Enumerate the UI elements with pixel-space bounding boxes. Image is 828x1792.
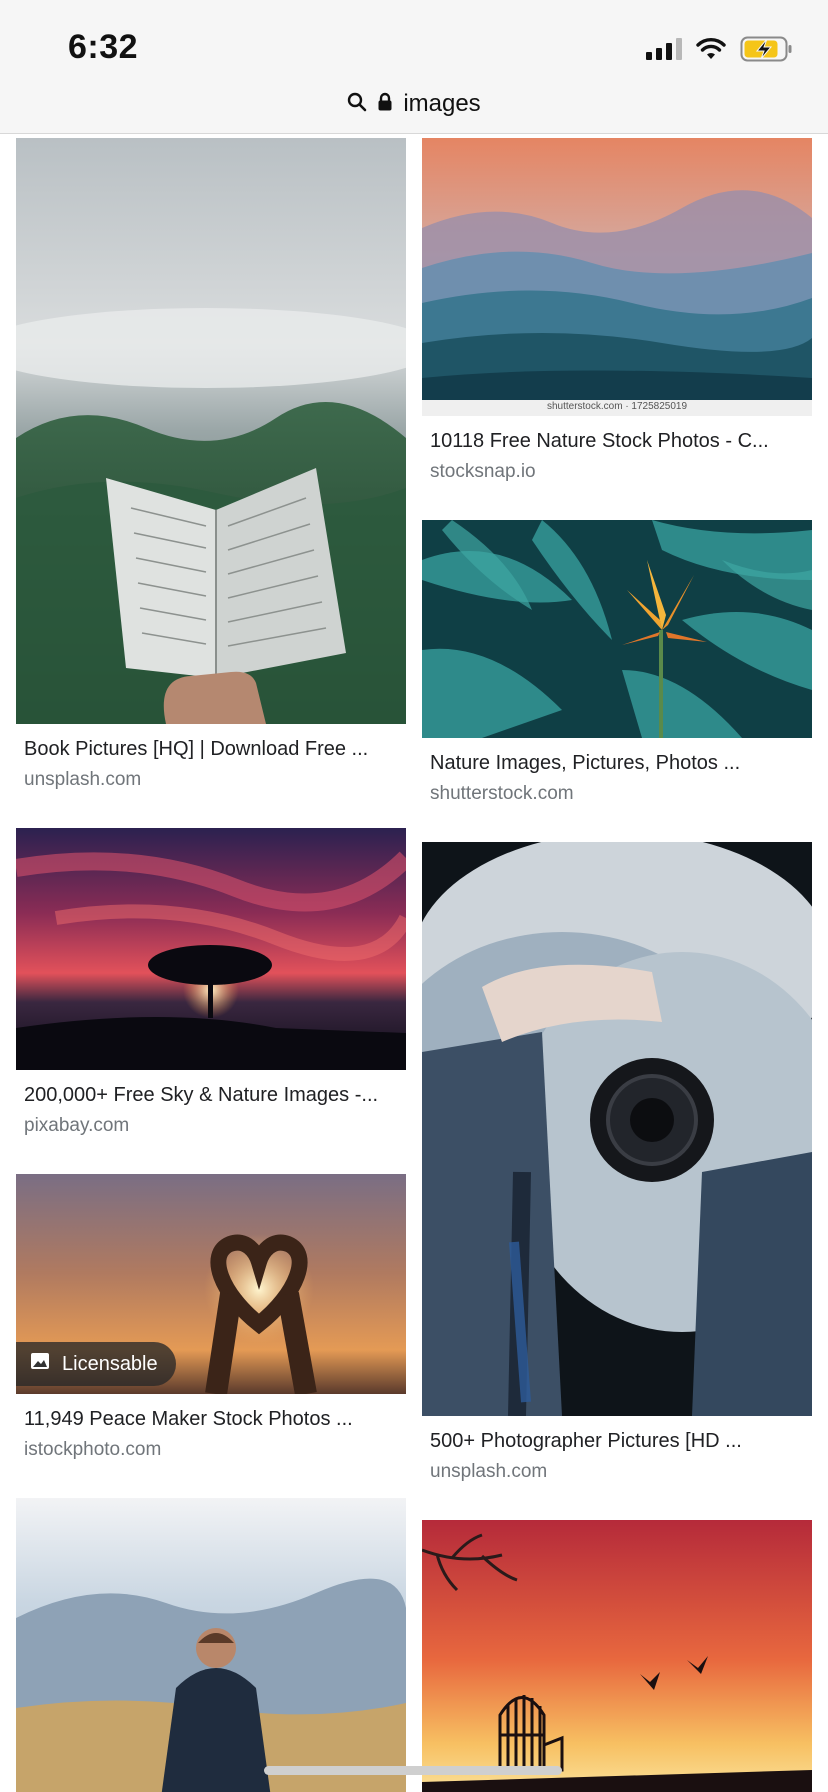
result-thumbnail-book[interactable] (16, 138, 406, 724)
image-result-card[interactable]: 200,000+ Free Sky & Nature Images -... p… (16, 828, 406, 1137)
wifi-icon (696, 37, 726, 61)
result-title[interactable]: 500+ Photographer Pictures [HD ... (422, 1430, 804, 1453)
search-icon (347, 92, 367, 117)
status-time: 6:32 (68, 28, 139, 66)
home-indicator[interactable] (264, 1766, 562, 1775)
result-thumbnail-blue-mountains[interactable]: shutterstock.com · 1725825019 (422, 138, 812, 416)
licensable-label: Licensable (62, 1352, 158, 1375)
licensable-badge: Licensable (16, 1342, 176, 1386)
result-source[interactable]: unsplash.com (422, 1461, 812, 1483)
cellular-signal-icon (646, 38, 682, 60)
image-result-card[interactable]: shutterstock.com · 1725825019 10118 Free… (422, 138, 812, 483)
result-title[interactable]: 11,949 Peace Maker Stock Photos ... (16, 1408, 398, 1431)
result-title[interactable]: Book Pictures [HQ] | Download Free ... (16, 738, 398, 761)
result-thumbnail-birdcage-sunset[interactable] (422, 1520, 812, 1792)
result-source[interactable]: istockphoto.com (16, 1439, 406, 1461)
image-icon (30, 1352, 50, 1376)
result-thumbnail-tropical-flower[interactable] (422, 520, 812, 738)
image-result-card[interactable] (422, 1520, 812, 1792)
image-result-card[interactable]: Book Pictures [HQ] | Download Free ... u… (16, 138, 406, 791)
result-source[interactable]: stocksnap.io (422, 461, 812, 483)
result-thumbnail-camera-smoke[interactable] (422, 842, 812, 1416)
stock-watermark: shutterstock.com · 1725825019 (546, 401, 688, 412)
image-result-card[interactable] (16, 1498, 406, 1792)
result-thumbnail-man-mountains[interactable] (16, 1498, 406, 1792)
image-result-card[interactable]: Nature Images, Pictures, Photos ... shut… (422, 520, 812, 805)
result-title[interactable]: Nature Images, Pictures, Photos ... (422, 752, 804, 775)
url-bar[interactable]: images (0, 84, 828, 124)
result-title[interactable]: 10118 Free Nature Stock Photos - C... (422, 430, 804, 453)
status-icons (646, 34, 794, 64)
result-thumbnail-tree-sunset[interactable] (16, 828, 406, 1070)
image-result-card[interactable]: Licensable 11,949 Peace Maker Stock Phot… (16, 1174, 406, 1461)
url-text: images (403, 90, 481, 117)
result-thumbnail-heart-hands[interactable]: Licensable (16, 1174, 406, 1394)
result-source[interactable]: unsplash.com (16, 769, 406, 791)
result-source[interactable]: pixabay.com (16, 1115, 406, 1137)
browser-top-bar: 6:32 images (0, 0, 828, 134)
lock-icon (377, 92, 393, 117)
image-result-card[interactable]: 500+ Photographer Pictures [HD ... unspl… (422, 842, 812, 1483)
battery-charging-icon (740, 36, 794, 62)
result-title[interactable]: 200,000+ Free Sky & Nature Images -... (16, 1084, 398, 1107)
result-source[interactable]: shutterstock.com (422, 783, 812, 805)
